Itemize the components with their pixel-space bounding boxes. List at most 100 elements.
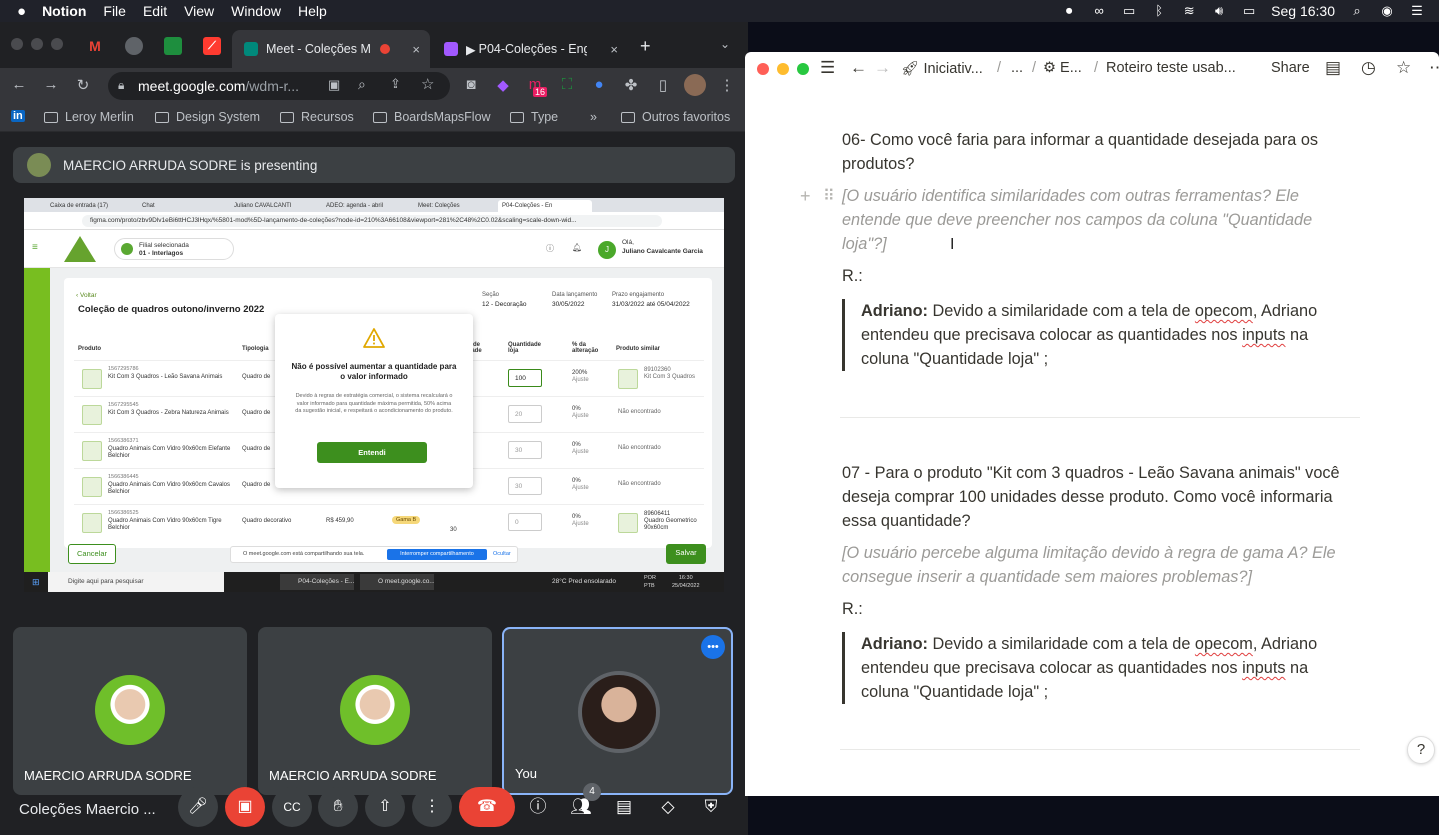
share-button[interactable]: Share	[1271, 60, 1310, 76]
record-icon[interactable]: ⏺	[1061, 4, 1077, 18]
volume-icon[interactable]: 🔊︎	[1211, 4, 1227, 18]
meeting-details-icon[interactable]: ⓘ	[525, 794, 551, 820]
profile-avatar[interactable]	[684, 74, 706, 96]
apple-menu-icon[interactable]: ●	[17, 3, 26, 20]
blue-extension-icon[interactable]: ●	[589, 76, 609, 93]
raise-hand-button[interactable]: ✋︎	[318, 787, 358, 827]
bookmark-star-icon[interactable]: ☆	[421, 75, 434, 93]
battery-icon[interactable]: ▭	[1241, 4, 1257, 18]
participant-name: You	[515, 766, 537, 781]
question-07-hint[interactable]: [O usuário percebe alguma limitação devi…	[842, 541, 1342, 589]
capture-extension-icon[interactable]: ⛶	[557, 76, 577, 93]
comments-icon[interactable]: ▤	[1325, 58, 1341, 78]
question-06[interactable]: 06- Como você faria para informar a quan…	[842, 128, 1342, 176]
tab-meet[interactable]: Meet - Coleções M ×	[232, 30, 430, 68]
breadcrumb-ellipsis[interactable]: ...	[1011, 60, 1023, 76]
window-zoom-button[interactable]	[51, 38, 63, 50]
bookmark-other-favorites[interactable]: Outros favoritos	[621, 110, 730, 124]
sharing-notice-text: O meet.google.com está compartilhando su…	[243, 551, 365, 557]
screenshot-extension-icon[interactable]: ◙	[461, 76, 481, 93]
wifi-icon[interactable]: ≋	[1181, 4, 1197, 18]
add-block-plus-icon[interactable]: +	[800, 186, 811, 207]
back-arrow-icon[interactable]: ←	[9, 76, 29, 93]
response-label[interactable]: R.:	[842, 597, 1342, 621]
address-bar[interactable]: 🔒︎ meet.google.com/wdm-r... ▣ ⌕ ⇪ ☆	[108, 72, 450, 100]
back-arrow-icon[interactable]: ←	[850, 58, 867, 78]
menu-window[interactable]: Window	[231, 3, 281, 19]
app-menu-notion[interactable]: Notion	[42, 3, 86, 19]
self-tile[interactable]: ••• You	[502, 627, 733, 795]
window-minimize-button[interactable]	[777, 63, 789, 75]
reload-icon[interactable]: ↻	[73, 76, 93, 94]
answer-quote[interactable]: Adriano: Devido a similaridade com a tel…	[842, 299, 1322, 371]
forward-arrow-icon[interactable]: →	[41, 76, 61, 93]
participant-tile[interactable]: MAERCIO ARRUDA SODRE	[258, 627, 492, 795]
camera-icon[interactable]: ▣	[328, 77, 340, 93]
chrome-menu-icon[interactable]: ⋮	[717, 76, 737, 94]
window-zoom-button[interactable]	[797, 63, 809, 75]
menu-help[interactable]: Help	[298, 3, 327, 19]
more-icon[interactable]: ⋯	[1429, 58, 1439, 78]
present-screen-button[interactable]: ⇧	[365, 787, 405, 827]
design-extension-icon[interactable]: ◆	[493, 76, 513, 94]
breadcrumb-initiatives[interactable]: 🚀︎ Iniciativ...	[901, 60, 983, 77]
chat-pinned-tab-icon[interactable]	[164, 37, 182, 55]
window-close-button[interactable]	[757, 63, 769, 75]
bluetooth-icon[interactable]: ᛒ	[1151, 4, 1167, 18]
breadcrumb-e[interactable]: ⚙︎ E...	[1043, 60, 1082, 76]
window-close-button[interactable]	[11, 38, 23, 50]
forward-arrow-icon[interactable]: →	[874, 58, 891, 78]
gmail-pinned-tab-icon[interactable]: M	[86, 37, 104, 55]
bookmark-design-system[interactable]: Design System	[155, 110, 260, 124]
airplay-icon[interactable]: ▭	[1121, 4, 1137, 18]
bookmark-boardsmapsflow[interactable]: BoardsMapsFlow	[373, 110, 491, 124]
camera-off-button[interactable]: ▣	[225, 787, 265, 827]
more-options-button[interactable]: ⋮	[412, 787, 452, 827]
globe-pinned-tab-icon[interactable]	[125, 37, 143, 55]
pct-note: Ajuste	[572, 377, 589, 383]
linkedin-icon[interactable]: in	[11, 110, 25, 122]
answer-quote[interactable]: Adriano: Devido a similaridade com a tel…	[842, 632, 1322, 704]
tab-figma-close-icon[interactable]: ×	[610, 42, 618, 57]
tab-figma[interactable]: ▶ P04-Coleções - Eng ×	[432, 30, 628, 68]
host-controls-icon[interactable]: ⛨	[698, 794, 724, 820]
updates-clock-icon[interactable]: ◷	[1361, 58, 1376, 78]
new-tab-button[interactable]: +	[640, 36, 651, 57]
tab-meet-close-icon[interactable]: ×	[412, 42, 420, 57]
extensions-puzzle-icon[interactable]: ✤	[621, 76, 641, 94]
drag-handle-icon[interactable]: ⠿	[823, 186, 835, 206]
meeting-name[interactable]: Coleções Maercio ...	[19, 801, 156, 818]
bookmark-recursos[interactable]: Recursos	[280, 110, 354, 124]
help-button[interactable]: ?	[1407, 736, 1435, 764]
zoom-icon[interactable]: ⌕	[358, 76, 366, 93]
menu-edit[interactable]: Edit	[143, 3, 167, 19]
app-pinned-tab-icon[interactable]: ⟋	[203, 37, 221, 55]
favorite-star-icon[interactable]: ☆	[1396, 58, 1411, 78]
spotlight-search-icon[interactable]: ⌕	[1349, 4, 1365, 18]
window-minimize-button[interactable]	[31, 38, 43, 50]
siri-icon[interactable]: ◉	[1379, 4, 1395, 18]
response-label[interactable]: R.:	[842, 264, 1342, 288]
tab-search-chevron-icon[interactable]: ⌄	[720, 37, 730, 51]
activities-icon[interactable]: ◇	[655, 794, 681, 820]
microphone-button[interactable]: 🎤︎	[178, 787, 218, 827]
leave-call-button[interactable]: ☎︎	[459, 787, 515, 827]
bookmarks-overflow[interactable]: »	[590, 110, 597, 124]
control-center-icon[interactable]: ☰	[1409, 4, 1425, 18]
side-panel-icon[interactable]: ▯	[653, 76, 673, 94]
menu-view[interactable]: View	[184, 3, 214, 19]
share-page-icon[interactable]: ⇪	[390, 76, 401, 92]
menubar-clock[interactable]: Seg 16:30	[1271, 3, 1335, 19]
bookmark-leroy-merlin[interactable]: Leroy Merlin	[44, 110, 134, 124]
breadcrumb-page[interactable]: Roteiro teste usab...	[1106, 60, 1236, 76]
participant-tile[interactable]: MAERCIO ARRUDA SODRE	[13, 627, 247, 795]
question-06-hint[interactable]: [O usuário identifica similaridades com …	[842, 184, 1342, 256]
cancel-button: Cancelar	[68, 544, 116, 564]
menu-file[interactable]: File	[103, 3, 126, 19]
creative-cloud-icon[interactable]: ∞	[1091, 4, 1107, 18]
sidebar-toggle-icon[interactable]: ☰	[820, 58, 835, 78]
question-07[interactable]: 07 - Para o produto "Kit com 3 quadros -…	[842, 461, 1342, 533]
captions-button[interactable]: CC	[272, 787, 312, 827]
chat-icon[interactable]: ▤	[611, 794, 637, 820]
bookmark-type[interactable]: Type	[510, 110, 558, 124]
